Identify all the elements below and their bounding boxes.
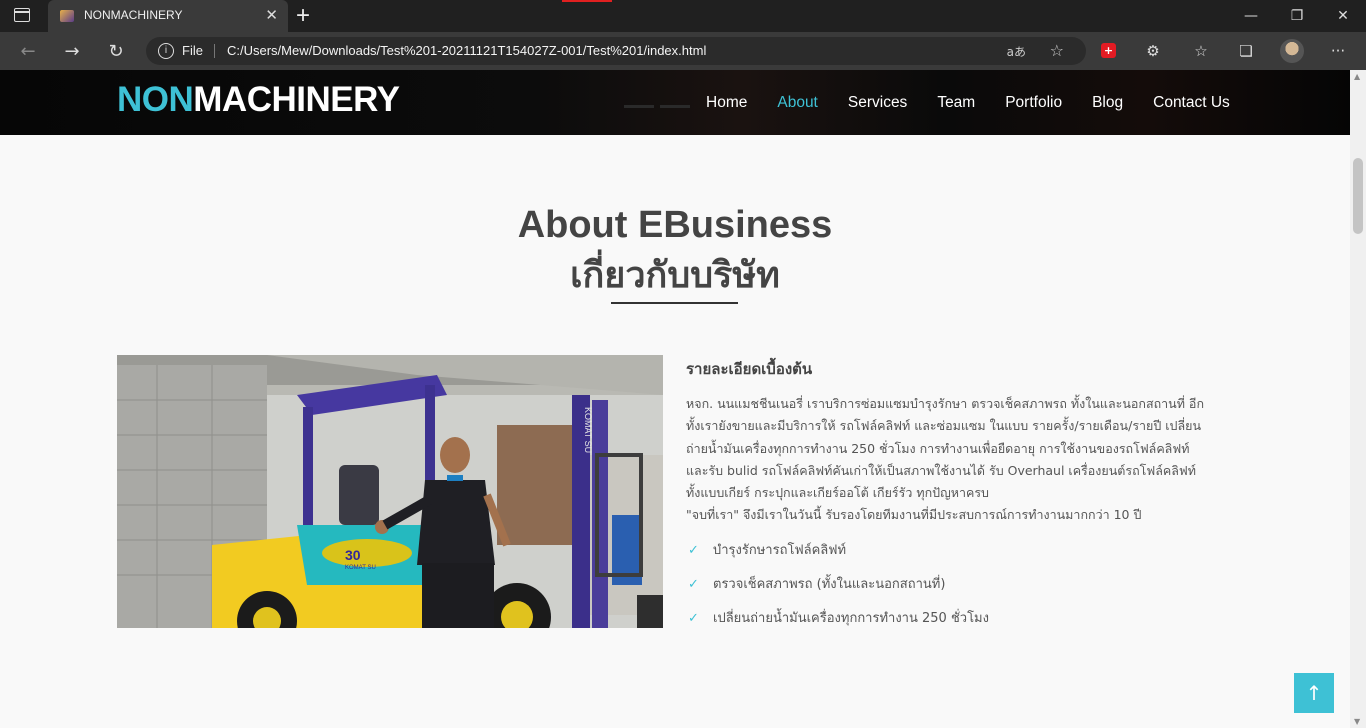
menu-item-about[interactable]: About: [777, 94, 818, 112]
header-decoration: [660, 105, 690, 108]
profile-avatar[interactable]: [1280, 39, 1304, 63]
extensions-icon[interactable]: ⚙: [1142, 40, 1164, 62]
page-scrollbar[interactable]: ▲ ▼: [1350, 70, 1366, 728]
browser-tab[interactable]: NONMACHINERY ✕: [48, 0, 288, 32]
scroll-thumb[interactable]: [1353, 158, 1363, 234]
site-favicon-icon: [60, 10, 74, 22]
menu-item-blog[interactable]: Blog: [1092, 94, 1123, 112]
forward-button[interactable]: →: [58, 39, 86, 63]
check-icon: ✓: [688, 576, 699, 592]
mast-brand-label: KOMAT SU: [583, 407, 593, 453]
tab-actions-icon[interactable]: [14, 8, 30, 22]
close-window-button[interactable]: ✕: [1320, 0, 1366, 32]
menu-item-services[interactable]: Services: [848, 94, 907, 112]
menu-item-contact[interactable]: Contact Us: [1153, 94, 1230, 112]
extension-flag-icon[interactable]: +: [1101, 43, 1116, 58]
about-heading: รายละเอียดเบื้องต้น: [686, 360, 813, 378]
logo-part-accent: NON: [117, 80, 194, 119]
title-divider: [611, 302, 738, 304]
scroll-up-arrow-icon[interactable]: ▲: [1354, 72, 1360, 81]
tab-title: NONMACHINERY: [84, 8, 183, 22]
list-item: ✓ บำรุงรักษารถโฟล์คลิฟท์: [686, 541, 1246, 575]
logo-part-main: MACHINERY: [193, 80, 400, 119]
new-tab-button[interactable]: +: [296, 2, 310, 30]
url-text[interactable]: C:/Users/Mew/Downloads/Test%201-20211121…: [227, 43, 706, 58]
favorites-icon[interactable]: ☆: [1190, 40, 1212, 62]
section-title-en: About EBusiness: [517, 204, 833, 246]
address-bar: ← → ↻ i File C:/Users/Mew/Downloads/Test…: [0, 32, 1366, 70]
file-label: File: [182, 43, 203, 58]
url-field[interactable]: i File C:/Users/Mew/Downloads/Test%201-2…: [146, 37, 1086, 65]
refresh-button[interactable]: ↻: [102, 39, 130, 63]
browser-tab-bar: NONMACHINERY ✕ + — ❐ ✕: [0, 0, 1366, 32]
check-icon: ✓: [688, 542, 699, 558]
main-menu: Home About Services Team Portfolio Blog …: [706, 94, 1260, 112]
restore-button[interactable]: ❐: [1274, 0, 1320, 32]
forklift-brand-label: KOMAT SU: [345, 565, 376, 571]
menu-item-team[interactable]: Team: [937, 94, 975, 112]
tab-close-icon[interactable]: ✕: [265, 6, 278, 24]
about-content: รายละเอียดเบื้องต้น หจก. นนแมชชีนเนอรี่ …: [686, 357, 1246, 643]
site-header: NONMACHINERY Home About Services Team Po…: [0, 70, 1350, 135]
tab-accent-bar: [562, 0, 612, 2]
more-menu-icon[interactable]: ···: [1327, 40, 1349, 62]
page-viewport: NONMACHINERY Home About Services Team Po…: [0, 70, 1350, 728]
header-decoration: [624, 105, 654, 108]
about-bullets: ✓ บำรุงรักษารถโฟล์คลิฟท์ ✓ ตรวจเช็คสภาพรถ …: [686, 541, 1246, 643]
menu-item-home[interactable]: Home: [706, 94, 747, 112]
forklift-number: 30: [345, 547, 361, 563]
menu-item-portfolio[interactable]: Portfolio: [1005, 94, 1062, 112]
back-button[interactable]: ←: [14, 39, 42, 63]
about-body: หจก. นนแมชชีนเนอรี่ เราบริการซ่อมแซมบำรุ…: [686, 396, 1205, 523]
minimize-button[interactable]: —: [1228, 0, 1274, 32]
site-info-icon[interactable]: i: [158, 43, 174, 59]
site-logo[interactable]: NONMACHINERY: [117, 80, 400, 120]
add-favorite-icon[interactable]: ☆: [1050, 41, 1064, 60]
url-separator: [214, 44, 215, 58]
list-item: ✓ เปลี่ยนถ่ายน้ำมันเครื่องทุกการทำงาน 250…: [686, 609, 1246, 643]
read-aloud-icon[interactable]: aあ: [1007, 43, 1026, 60]
list-item-label: ตรวจเช็คสภาพรถ (ทั้งในและนอกสถานที่): [713, 576, 946, 592]
about-photo: 30 KOMAT SU KOMAT SU: [117, 355, 663, 628]
back-to-top-button[interactable]: ↑: [1294, 673, 1334, 713]
list-item-label: เปลี่ยนถ่ายน้ำมันเครื่องทุกการทำงาน 250 …: [713, 610, 989, 626]
section-title-th: เกี่ยวกับบริษัท: [570, 255, 780, 296]
window-controls: — ❐ ✕: [1228, 0, 1366, 32]
scroll-down-arrow-icon[interactable]: ▼: [1354, 717, 1360, 726]
list-item-label: บำรุงรักษารถโฟล์คลิฟท์: [713, 542, 847, 558]
list-item: ✓ ตรวจเช็คสภาพรถ (ทั้งในและนอกสถานที่): [686, 575, 1246, 609]
collections-icon[interactable]: ❏: [1235, 40, 1257, 62]
check-icon: ✓: [688, 610, 699, 626]
